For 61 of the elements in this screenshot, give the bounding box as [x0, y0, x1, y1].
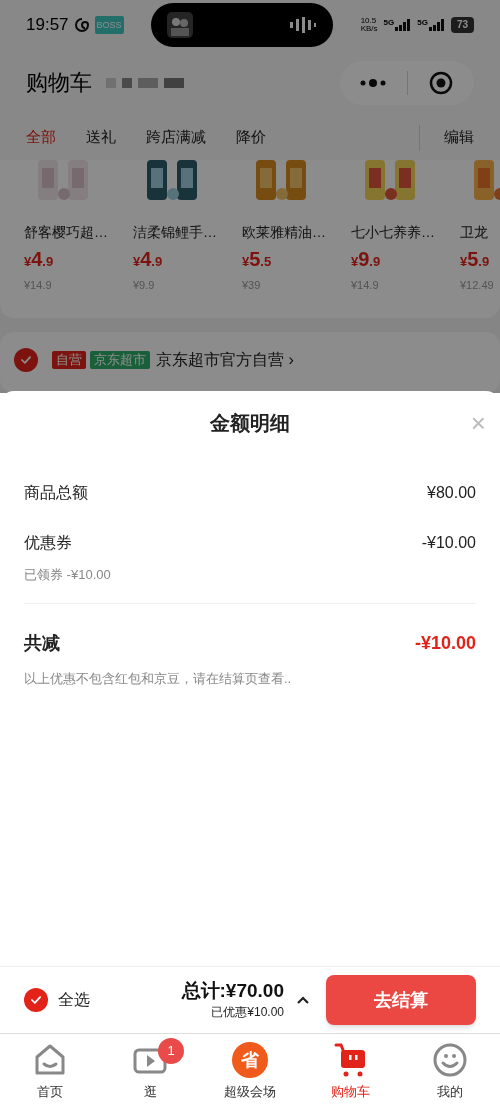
row-amount: -¥10.00: [421, 533, 476, 553]
network-label: 5G: [417, 19, 428, 27]
smiley-icon: [432, 1042, 468, 1078]
select-all-label[interactable]: 全选: [58, 988, 90, 1012]
product-name: 洁柔锦鲤手…: [133, 223, 218, 242]
speed-unit: KB/s: [360, 25, 378, 33]
battery: 73: [450, 17, 474, 33]
network-label: 5G: [383, 19, 395, 27]
nav-tab[interactable]: 我的: [400, 1042, 500, 1102]
network-speed: 10.5: [360, 17, 378, 25]
footnote: 以上优惠不包含红包和京豆，请在结算页查看..: [24, 669, 293, 688]
clock: 19:57: [26, 14, 69, 37]
product-price: ¥4.9: [133, 252, 163, 269]
filter-tab[interactable]: 跨店满减: [146, 126, 206, 149]
product-name: 七小七养养…: [351, 223, 436, 242]
nav-tab[interactable]: 省 超级会场: [200, 1042, 300, 1102]
original-price: ¥12.49: [460, 278, 495, 293]
cart-icon: [332, 1042, 368, 1078]
checkbox[interactable]: [24, 988, 48, 1012]
edit-button[interactable]: 编辑: [444, 126, 474, 149]
original-price: ¥39: [242, 278, 262, 293]
checkbox[interactable]: [14, 348, 38, 372]
product-price: ¥9.9: [351, 252, 381, 269]
filter-tab[interactable]: 送礼: [86, 126, 116, 149]
venue-icon: 省: [232, 1042, 268, 1078]
page-title: 购物车: [26, 69, 92, 97]
shop-name[interactable]: 京东超市官方自营 ›: [156, 348, 294, 372]
discount-amount: 已优惠¥10.00: [211, 1003, 284, 1021]
signal-icon: [395, 19, 412, 31]
filter-tab[interactable]: 全部: [26, 126, 56, 149]
spiral-icon: [73, 17, 90, 33]
nav-tab[interactable]: 首页: [0, 1042, 100, 1102]
total-amount: -¥10.00: [414, 631, 476, 655]
row-amount: ¥80.00: [427, 483, 476, 503]
sheet-title: 金额明细: [210, 411, 290, 436]
waveform-icon: [289, 17, 318, 33]
notification-badge: 1: [158, 1038, 184, 1064]
nav-tab[interactable]: 购物车: [300, 1042, 400, 1102]
product-name: 卫龙: [460, 223, 489, 242]
row-note: 已领券 -¥10.00: [24, 566, 112, 584]
signal-icon: [428, 19, 445, 31]
product-price: ¥5.9: [460, 252, 490, 269]
product-name: 舒客樱巧超…: [24, 223, 109, 242]
original-price: ¥14.9: [24, 278, 53, 293]
shop-tag: 京东超市: [90, 351, 150, 369]
target-icon[interactable]: [428, 70, 453, 95]
total-price: 总计:¥70.00: [181, 979, 284, 1003]
total-label: 共减: [24, 631, 60, 655]
check-icon: [19, 353, 33, 367]
app-badge: BOSS: [94, 16, 124, 34]
product-name: 欧莱雅精油…: [242, 223, 327, 242]
product-price: ¥5.5: [242, 252, 272, 269]
shop-tag: 自营: [52, 351, 86, 369]
checkout-button[interactable]: 去结算: [326, 975, 476, 1025]
row-label: 优惠券: [24, 533, 72, 553]
filter-tab[interactable]: 降价: [236, 126, 266, 149]
row-label: 商品总额: [24, 483, 88, 503]
check-icon: [29, 993, 43, 1007]
original-price: ¥14.9: [351, 278, 380, 293]
caret-icon[interactable]: [296, 995, 310, 1005]
product-price: ¥4.9: [24, 252, 54, 269]
